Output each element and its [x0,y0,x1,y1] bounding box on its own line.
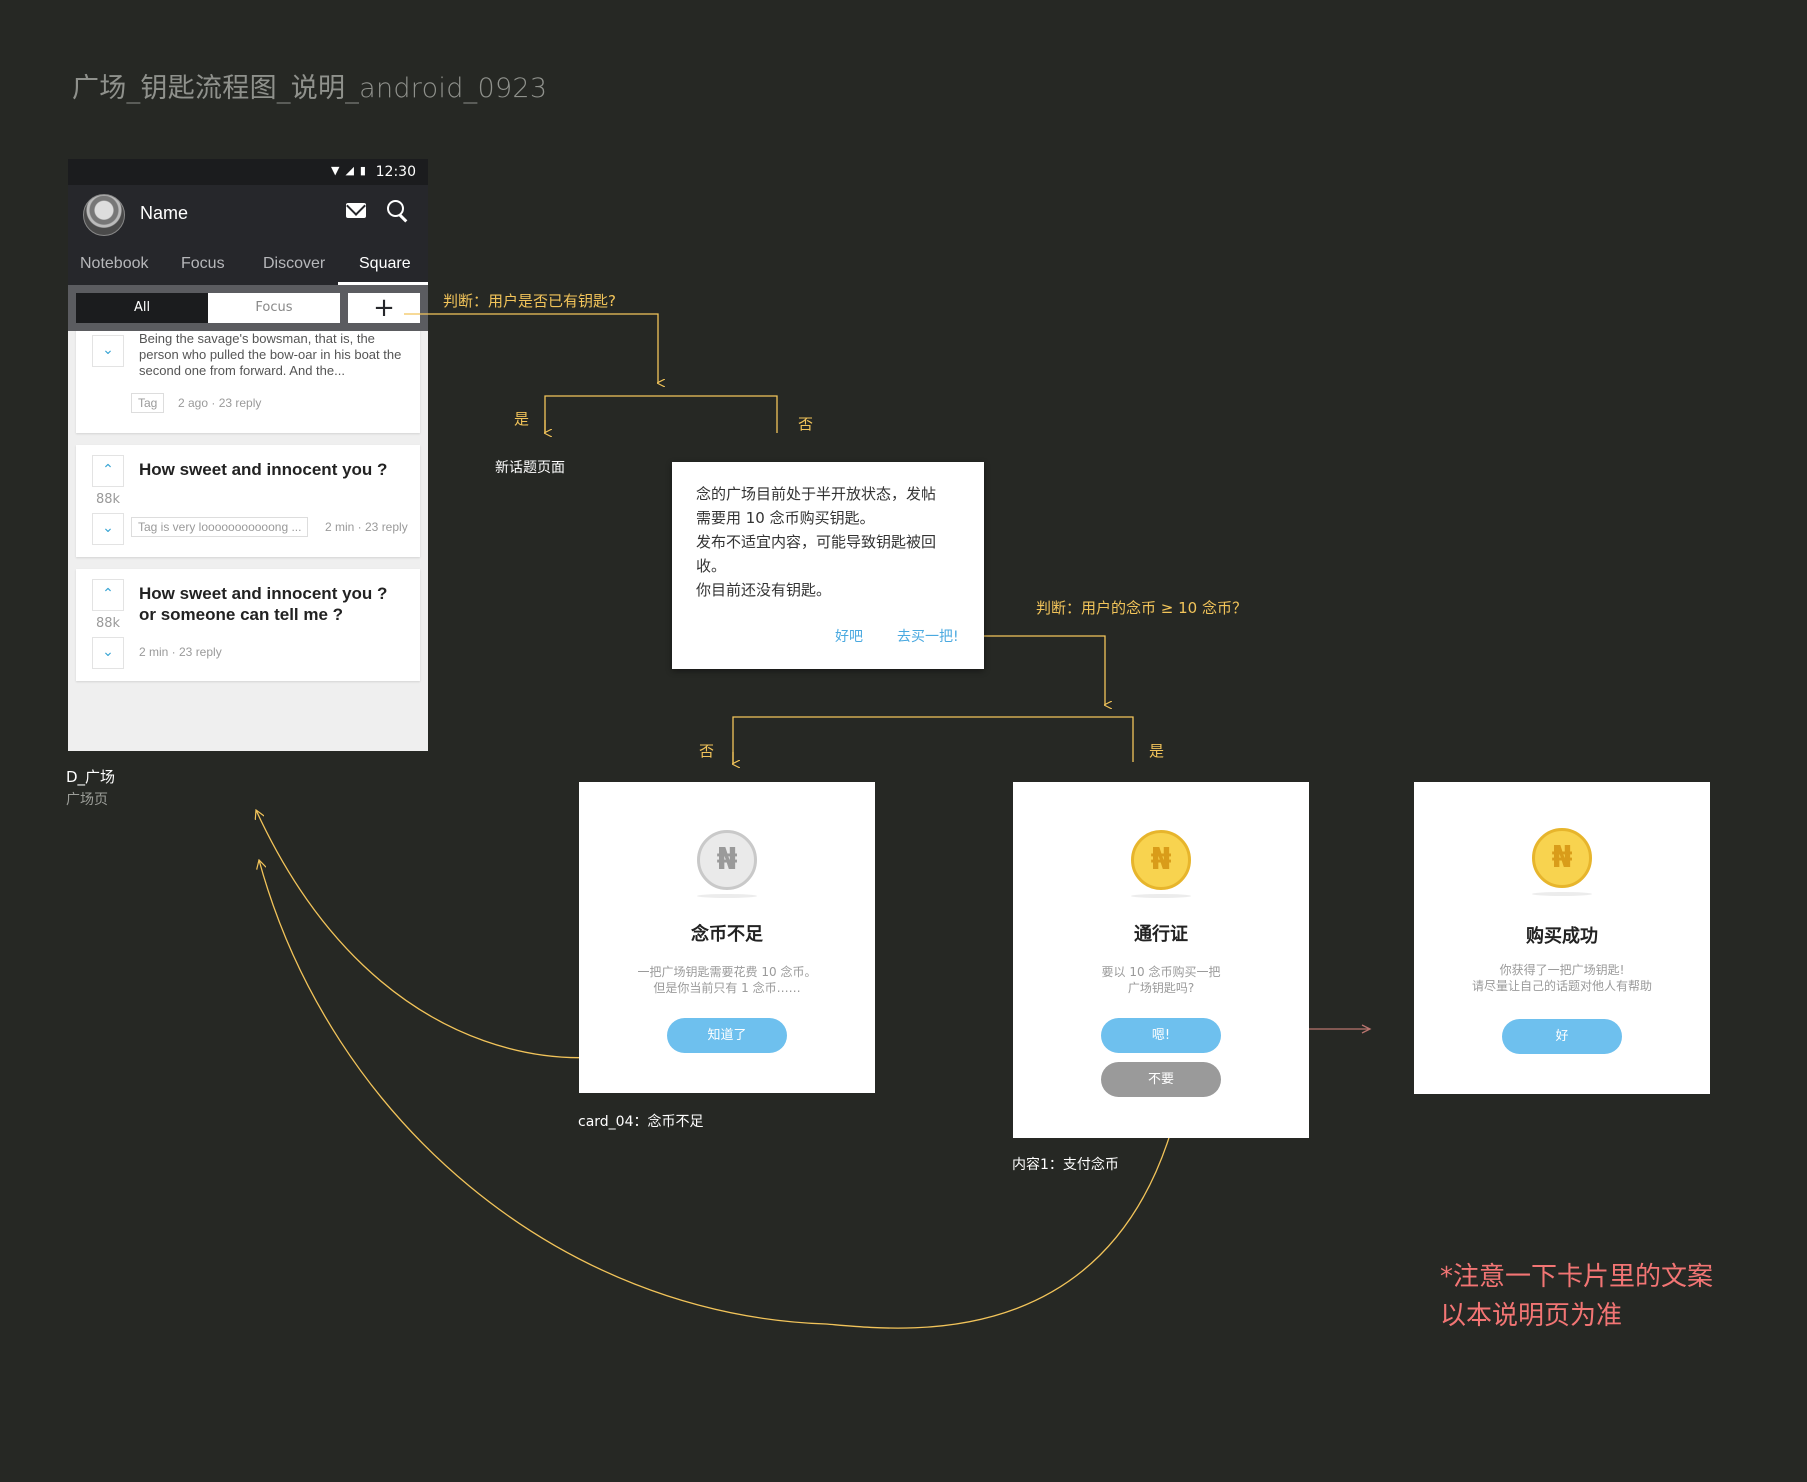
no-label: 否 [699,742,715,760]
no-label: 否 [798,415,814,433]
coin-icon: ₦ [1532,828,1592,888]
modal-title: 购买成功 [1526,926,1598,947]
key-dialog: 念的广场目前处于半开放状态，发帖 需要用 10 念币购买钥匙。 发布不适宜内容，… [672,462,984,669]
modal-title: 念币不足 [691,924,763,945]
modal-desc: 广场钥匙吗? [1127,981,1195,995]
decision1-label: 判断：用户是否已有钥匙? [443,292,616,310]
ok-button[interactable]: 好吧 [835,626,863,646]
yes-label: 是 [1149,742,1165,760]
coin-shadow [697,894,757,898]
dialog-line: 念的广场目前处于半开放状态，发帖 [696,485,937,503]
yes-label: 是 [514,410,530,428]
dialog-line: 需要用 10 念币购买钥匙。 [696,509,875,527]
copy-note: *注意一下卡片里的文案 以本说明页为准 [1440,1258,1713,1336]
new-topic-page-label: 新话题页面 [495,460,565,476]
modal-title: 通行证 [1134,924,1188,945]
modal-desc: 你获得了一把广场钥匙! [1499,963,1625,977]
modal-desc: 请尽量让自己的话题对他人有帮助 [1471,979,1652,993]
connector-decision1-branch [544,395,778,433]
connector-buy-to-decision2 [966,635,1105,705]
dialog-line: 收。 [696,557,727,575]
got-it-button[interactable]: 知道了 [667,1018,787,1053]
buy-key-button[interactable]: 去买一把! [897,626,959,646]
modal-desc: 但是你当前只有 1 念币…… [653,981,801,995]
pass-modal: ₦ 通行证 要以 10 念币购买一把 广场钥匙吗? 嗯! 不要 [1013,782,1309,1138]
coin-icon: ₦ [1131,830,1191,890]
insufficient-coins-modal: ₦ 念币不足 一把广场钥匙需要花费 10 念币。 但是你当前只有 1 念币…… … [579,782,875,1093]
connector-add-to-decision1 [404,313,658,383]
decline-button[interactable]: 不要 [1101,1062,1221,1097]
modal-desc: 一把广场钥匙需要花费 10 念币。 [637,965,817,979]
coin-shadow [1131,894,1191,898]
note-line: *注意一下卡片里的文案 [1440,1262,1714,1292]
modal-desc: 要以 10 念币购买一把 [1101,965,1221,979]
ok-button[interactable]: 好 [1502,1019,1622,1054]
connector-decision2-branch [732,716,1134,764]
decision2-label: 判断：用户的念币 ≥ 10 念币？ [1036,599,1247,617]
coin-shadow [1532,892,1592,896]
content1-label: 内容1：支付念币 [1012,1157,1119,1173]
dialog-text: 念的广场目前处于半开放状态，发帖 需要用 10 念币购买钥匙。 发布不适宜内容，… [696,482,966,602]
dialog-line: 你目前还没有钥匙。 [696,581,832,599]
coin-icon: ₦ [697,830,757,890]
card04-label: card_04：念币不足 [578,1114,704,1130]
confirm-button[interactable]: 嗯! [1101,1018,1221,1053]
dialog-line: 发布不适宜内容，可能导致钥匙被回 [696,533,937,551]
purchase-success-modal: ₦ 购买成功 你获得了一把广场钥匙! 请尽量让自己的话题对他人有帮助 好 [1414,782,1710,1094]
note-line: 以本说明页为准 [1440,1301,1623,1331]
